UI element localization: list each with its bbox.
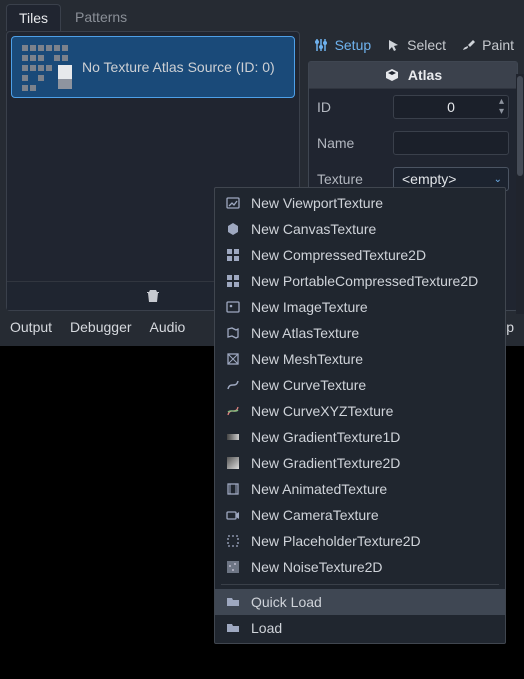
- menu-label: New GradientTexture2D: [251, 455, 400, 471]
- id-label: ID: [317, 99, 387, 115]
- atlas-header-icon: [384, 67, 400, 83]
- curve-icon: [225, 403, 241, 419]
- gradient-icon: [225, 455, 241, 471]
- map-icon: [225, 325, 241, 341]
- menu-label: New CurveTexture: [251, 377, 366, 393]
- image-icon: [225, 299, 241, 315]
- film-icon: [225, 481, 241, 497]
- menu-new-cameratexture[interactable]: New CameraTexture: [215, 502, 505, 528]
- menu-label: New AtlasTexture: [251, 325, 359, 341]
- menu-new-compressedtexture2d[interactable]: New CompressedTexture2D: [215, 242, 505, 268]
- spinner-icon[interactable]: ▴▾: [499, 97, 504, 117]
- menu-separator: [221, 584, 499, 585]
- bottom-tab-truncated[interactable]: p: [506, 319, 514, 335]
- texture-type-menu: New ViewportTexture New CanvasTexture Ne…: [214, 187, 506, 644]
- grid-icon: [225, 273, 241, 289]
- menu-new-curvetexture[interactable]: New CurveTexture: [215, 372, 505, 398]
- menu-label: New CameraTexture: [251, 507, 379, 523]
- name-label: Name: [317, 135, 387, 151]
- menu-label: Quick Load: [251, 594, 322, 610]
- menu-new-imagetexture[interactable]: New ImageTexture: [215, 294, 505, 320]
- tab-patterns[interactable]: Patterns: [63, 4, 139, 31]
- grid-icon: [225, 247, 241, 263]
- mesh-icon: [225, 351, 241, 367]
- noise-icon: [225, 559, 241, 575]
- menu-quick-load[interactable]: Quick Load: [215, 589, 505, 615]
- name-field[interactable]: [393, 131, 509, 155]
- mode-setup-label: Setup: [335, 37, 372, 53]
- menu-label: Load: [251, 620, 282, 636]
- mode-setup-button[interactable]: Setup: [313, 37, 372, 53]
- gradient-icon: [225, 429, 241, 445]
- menu-load[interactable]: Load: [215, 615, 505, 641]
- menu-label: New MeshTexture: [251, 351, 363, 367]
- menu-new-curvexyztexture[interactable]: New CurveXYZTexture: [215, 398, 505, 424]
- brush-icon: [460, 37, 476, 53]
- atlas-header-label: Atlas: [408, 67, 442, 83]
- menu-new-portablecompressedtexture2d[interactable]: New PortableCompressedTexture2D: [215, 268, 505, 294]
- camera-icon: [225, 507, 241, 523]
- menu-label: New NoiseTexture2D: [251, 559, 383, 575]
- menu-label: New PlaceholderTexture2D: [251, 533, 421, 549]
- curve-icon: [225, 377, 241, 393]
- right-scrollbar[interactable]: [516, 74, 524, 314]
- menu-label: New CanvasTexture: [251, 221, 376, 237]
- menu-label: New AnimatedTexture: [251, 481, 387, 497]
- menu-new-meshtexture[interactable]: New MeshTexture: [215, 346, 505, 372]
- bottom-tab-output[interactable]: Output: [10, 319, 52, 335]
- mode-select-label: Select: [407, 37, 446, 53]
- menu-new-placeholdertexture2d[interactable]: New PlaceholderTexture2D: [215, 528, 505, 554]
- bottom-tab-audio[interactable]: Audio: [150, 319, 186, 335]
- tileset-source-item[interactable]: No Texture Atlas Source (ID: 0): [11, 36, 295, 98]
- menu-label: New ViewportTexture: [251, 195, 383, 211]
- sliders-icon: [313, 37, 329, 53]
- source-label: No Texture Atlas Source (ID: 0): [82, 59, 275, 75]
- bottom-tab-debugger[interactable]: Debugger: [70, 319, 132, 335]
- menu-new-noisetexture2d[interactable]: New NoiseTexture2D: [215, 554, 505, 580]
- placeholder-icon: [225, 533, 241, 549]
- menu-new-canvastexture[interactable]: New CanvasTexture: [215, 216, 505, 242]
- texture-label: Texture: [317, 171, 387, 187]
- chevron-down-icon: ⌄: [494, 174, 502, 185]
- menu-label: New PortableCompressedTexture2D: [251, 273, 478, 289]
- folder-icon: [225, 620, 241, 636]
- menu-new-viewporttexture[interactable]: New ViewportTexture: [215, 190, 505, 216]
- id-value: 0: [447, 99, 455, 115]
- menu-label: New GradientTexture1D: [251, 429, 400, 445]
- id-field[interactable]: 0 ▴▾: [393, 95, 509, 119]
- tab-tiles[interactable]: Tiles: [6, 4, 61, 31]
- atlas-thumbnail-icon: [22, 45, 72, 89]
- menu-label: New ImageTexture: [251, 299, 368, 315]
- menu-new-gradienttexture2d[interactable]: New GradientTexture2D: [215, 450, 505, 476]
- menu-label: New CompressedTexture2D: [251, 247, 426, 263]
- menu-new-atlastexture[interactable]: New AtlasTexture: [215, 320, 505, 346]
- menu-label: New CurveXYZTexture: [251, 403, 393, 419]
- folder-icon: [225, 594, 241, 610]
- menu-new-gradienttexture1d[interactable]: New GradientTexture1D: [215, 424, 505, 450]
- image-icon: [225, 195, 241, 211]
- cursor-icon: [385, 37, 401, 53]
- mode-select-button[interactable]: Select: [385, 37, 446, 53]
- texture-value: <empty>: [402, 171, 456, 187]
- mode-paint-button[interactable]: Paint: [460, 37, 514, 53]
- trash-icon[interactable]: [145, 288, 161, 304]
- cube-icon: [225, 221, 241, 237]
- mode-paint-label: Paint: [482, 37, 514, 53]
- menu-new-animatedtexture[interactable]: New AnimatedTexture: [215, 476, 505, 502]
